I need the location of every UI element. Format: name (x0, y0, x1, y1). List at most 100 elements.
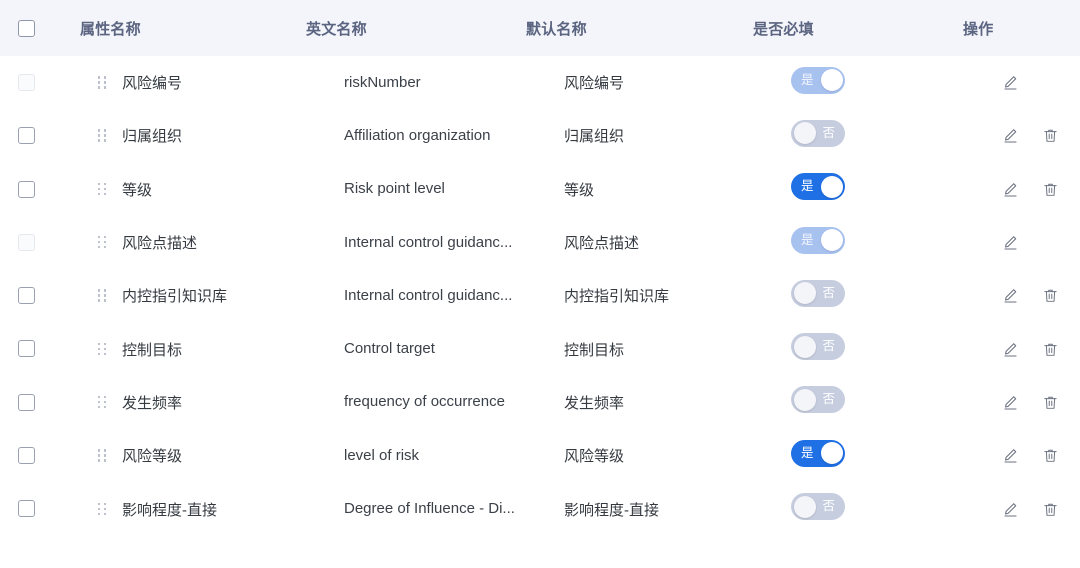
default-name-text: 风险点描述 (564, 235, 640, 253)
row-english-cell: frequency of occurrence (344, 393, 564, 411)
row-english-cell: Internal control guidanc... (344, 234, 564, 252)
required-toggle-off[interactable]: 否 (791, 493, 845, 521)
toggle-knob (793, 122, 816, 145)
row-select-cell (0, 73, 78, 92)
trash-delete-icon[interactable] (1041, 287, 1059, 305)
table-row: 风险编号 riskNumber 风险编号 是 (0, 56, 1080, 110)
toggle-knob (820, 175, 843, 198)
edit-pencil-icon[interactable] (1001, 127, 1019, 145)
table-row: 内控指引知识库 Internal control guidanc... 内控指引知识… (0, 269, 1080, 323)
edit-pencil-icon[interactable] (1001, 74, 1019, 92)
table-row: 控制目标 Control target 控制目标 否 (0, 322, 1080, 376)
toggle-knob (820, 442, 843, 465)
select-all-checkbox-icon[interactable] (18, 19, 35, 37)
row-required-cell: 是 (791, 66, 1001, 99)
table-row: 影响程度-直接 Degree of Influence - Di... 影响程度-直… (0, 482, 1080, 536)
trash-delete-icon[interactable] (1041, 127, 1059, 145)
row-action-cell (1001, 287, 1080, 305)
row-select-cell (0, 500, 78, 518)
attribute-name-text: 影响程度-直接 (122, 501, 217, 519)
row-name-cell: 等级 (78, 179, 344, 200)
attribute-name-text: 内控指引知识库 (122, 288, 228, 306)
drag-handle-icon[interactable] (98, 501, 110, 517)
attribute-name-text: 发生频率 (122, 394, 183, 412)
edit-pencil-icon[interactable] (1001, 234, 1019, 252)
checkbox-icon[interactable] (18, 393, 35, 411)
row-required-cell: 否 (791, 279, 1001, 312)
row-select-cell (0, 393, 78, 411)
row-select-cell (0, 287, 78, 305)
english-name-text: frequency of occurrence (344, 393, 505, 411)
drag-handle-icon[interactable] (98, 448, 110, 464)
default-name-text: 发生频率 (564, 394, 625, 412)
drag-handle-icon[interactable] (98, 288, 110, 304)
english-name-text: level of risk (344, 446, 420, 464)
required-toggle-on[interactable]: 是 (791, 439, 845, 467)
english-name-text: Control target (344, 340, 435, 358)
drag-handle-icon[interactable] (98, 235, 110, 251)
row-name-cell: 风险编号 (78, 72, 344, 93)
table-row: 风险点描述 Internal control guidanc... 风险点描述 是 (0, 215, 1080, 270)
checkbox-icon[interactable] (18, 446, 35, 464)
checkbox-icon[interactable] (18, 127, 35, 145)
column-header-default: 默认名称 (526, 20, 587, 38)
delete-placeholder (1041, 234, 1059, 252)
required-toggle-on[interactable]: 是 (791, 173, 845, 201)
row-english-cell: Affiliation organization (344, 127, 564, 145)
toggle-knob (820, 69, 843, 92)
toggle-label: 是 (801, 445, 814, 460)
drag-handle-icon[interactable] (98, 75, 110, 91)
table-row: 发生频率 frequency of occurrence 发生频率 否 (0, 375, 1080, 430)
row-default-cell: 影响程度-直接 (564, 499, 791, 520)
row-english-cell: level of risk (344, 447, 564, 465)
attribute-name-text: 等级 (122, 181, 153, 199)
required-toggle-off[interactable]: 否 (791, 279, 845, 307)
required-toggle-off[interactable]: 否 (791, 386, 845, 414)
checkbox-icon[interactable] (18, 287, 35, 305)
checkbox-icon[interactable] (18, 500, 35, 518)
drag-handle-icon[interactable] (98, 181, 110, 197)
toggle-label: 否 (822, 392, 835, 407)
table-row: 归属组织 Affiliation organization 归属组织 否 (0, 109, 1080, 163)
trash-delete-icon[interactable] (1041, 393, 1059, 411)
trash-delete-icon[interactable] (1041, 180, 1059, 198)
row-english-cell: riskNumber (344, 74, 564, 92)
edit-pencil-icon[interactable] (1001, 447, 1019, 465)
edit-pencil-icon[interactable] (1001, 287, 1019, 305)
trash-delete-icon[interactable] (1041, 340, 1059, 358)
english-name-text: Affiliation organization (344, 126, 491, 144)
required-toggle-off[interactable]: 否 (791, 119, 845, 147)
checkbox-icon[interactable] (18, 340, 35, 358)
english-name-text: Internal control guidanc... (344, 233, 513, 251)
english-name-text: Degree of Influence - Di... (344, 500, 515, 518)
trash-delete-icon[interactable] (1041, 447, 1059, 465)
row-action-cell (1001, 127, 1080, 145)
drag-handle-icon[interactable] (98, 394, 110, 410)
toggle-label: 否 (822, 339, 835, 354)
edit-pencil-icon[interactable] (1001, 340, 1019, 358)
edit-pencil-icon[interactable] (1001, 500, 1019, 518)
row-required-cell: 是 (791, 173, 1001, 205)
attribute-name-text: 风险编号 (122, 75, 183, 93)
drag-handle-icon[interactable] (98, 341, 110, 357)
edit-pencil-icon[interactable] (1001, 180, 1019, 198)
row-english-cell: Degree of Influence - Di... (344, 500, 564, 518)
row-default-cell: 控制目标 (564, 339, 791, 360)
row-name-cell: 控制目标 (78, 339, 344, 360)
row-action-cell (1001, 180, 1080, 198)
row-required-cell: 否 (791, 119, 1001, 152)
row-select-cell (0, 127, 78, 145)
checkbox-icon[interactable] (18, 180, 35, 198)
trash-delete-icon[interactable] (1041, 500, 1059, 518)
toggle-knob (793, 388, 816, 411)
edit-pencil-icon[interactable] (1001, 393, 1019, 411)
row-name-cell: 归属组织 (78, 125, 344, 146)
default-name-text: 归属组织 (564, 128, 625, 146)
row-english-cell: Risk point level (344, 180, 564, 198)
default-name-text: 等级 (564, 181, 595, 199)
row-default-cell: 风险编号 (564, 72, 791, 93)
drag-handle-icon[interactable] (98, 128, 110, 144)
required-toggle-off[interactable]: 否 (791, 333, 845, 361)
table-row: 风险等级 level of risk 风险等级 是 (0, 429, 1080, 483)
row-default-cell: 发生频率 (564, 392, 791, 413)
